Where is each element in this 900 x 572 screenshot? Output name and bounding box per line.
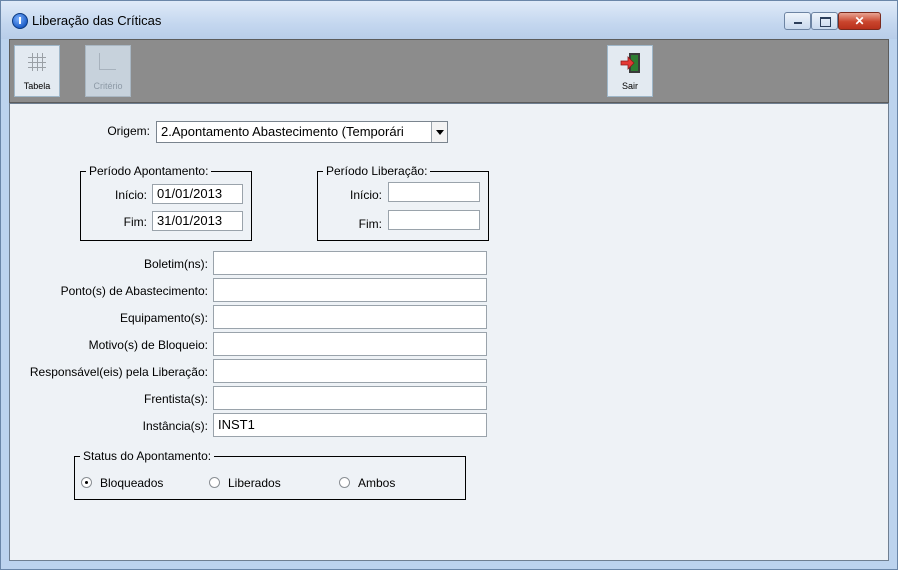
minimize-icon xyxy=(794,22,802,24)
close-button[interactable]: ✕ xyxy=(838,12,881,30)
origem-value: 2.Apontamento Abastecimento (Temporári xyxy=(161,124,404,139)
motivos-label: Motivo(s) de Bloqueio: xyxy=(88,338,208,352)
liberados-label: Liberados xyxy=(228,476,281,490)
radio-bloqueados[interactable] xyxy=(81,477,92,488)
tabelas-label: Tabela xyxy=(23,81,51,91)
origem-select[interactable]: 2.Apontamento Abastecimento (Temporári xyxy=(156,121,448,143)
radio-liberados[interactable] xyxy=(209,477,220,488)
grid-icon xyxy=(28,53,46,71)
window-title: Liberação das Críticas xyxy=(32,13,162,28)
apont-inicio-label: Início: xyxy=(114,188,147,202)
apont-inicio-field[interactable]: 01/01/2013 xyxy=(152,184,243,204)
frentistas-label: Frentista(s): xyxy=(143,392,208,406)
exit-door-icon xyxy=(620,52,642,74)
pontos-field[interactable] xyxy=(213,278,487,302)
boletins-field[interactable] xyxy=(213,251,487,275)
motivos-field[interactable] xyxy=(213,332,487,356)
equipamentos-label: Equipamento(s): xyxy=(119,311,208,325)
apont-fim-label: Fim: xyxy=(123,215,147,229)
app-icon xyxy=(12,13,28,29)
tabelas-button[interactable]: Tabela xyxy=(14,45,60,97)
chevron-down-icon[interactable] xyxy=(431,122,447,142)
responsaveis-label: Responsável(eis) pela Liberação: xyxy=(29,365,208,379)
sair-label: Sair xyxy=(621,81,638,91)
lib-inicio-label: Início: xyxy=(349,188,382,202)
pontos-label: Ponto(s) de Abastecimento: xyxy=(60,284,208,298)
close-icon: ✕ xyxy=(854,14,865,28)
criterio-label: Critério xyxy=(93,81,123,91)
sair-button[interactable]: Sair xyxy=(607,45,653,97)
title-bar: Liberação das Críticas ✕ xyxy=(1,1,897,39)
instancias-label: Instância(s): xyxy=(142,419,208,433)
minimize-button[interactable] xyxy=(784,12,811,30)
apont-fim-field[interactable]: 31/01/2013 xyxy=(152,211,243,231)
instancias-field[interactable]: INST1 xyxy=(213,413,487,437)
boletins-label: Boletim(ns): xyxy=(143,257,208,271)
origem-label: Origem: xyxy=(107,124,150,138)
lib-fim-label: Fim: xyxy=(358,217,382,231)
maximize-button[interactable] xyxy=(811,12,838,30)
radio-ambos[interactable] xyxy=(339,477,350,488)
status-legend: Status do Apontamento: xyxy=(80,449,215,463)
periodo-liberacao-legend: Período Liberação: xyxy=(323,164,431,178)
maximize-icon xyxy=(820,17,831,27)
periodo-apontamento-group: Período Apontamento: Início: 01/01/2013 … xyxy=(80,164,252,241)
criterio-button[interactable]: Critério xyxy=(85,45,131,97)
bloqueados-label: Bloqueados xyxy=(100,476,164,490)
frentistas-field[interactable] xyxy=(213,386,487,410)
periodo-apontamento-legend: Período Apontamento: xyxy=(86,164,212,178)
form-area: Origem: 2.Apontamento Abastecimento (Tem… xyxy=(9,103,889,561)
criteria-icon xyxy=(99,53,116,70)
responsaveis-field[interactable] xyxy=(213,359,487,383)
main-window: Liberação das Críticas ✕ Tabela Critério… xyxy=(0,0,898,570)
lib-fim-field[interactable] xyxy=(388,210,480,230)
lib-inicio-field[interactable] xyxy=(388,182,480,202)
periodo-liberacao-group: Período Liberação: Início: Fim: xyxy=(317,164,489,241)
toolbar: Tabela Critério Sair xyxy=(9,39,889,103)
ambos-label: Ambos xyxy=(358,476,396,490)
status-group: Status do Apontamento: Bloqueados Libera… xyxy=(74,449,466,500)
equipamentos-field[interactable] xyxy=(213,305,487,329)
